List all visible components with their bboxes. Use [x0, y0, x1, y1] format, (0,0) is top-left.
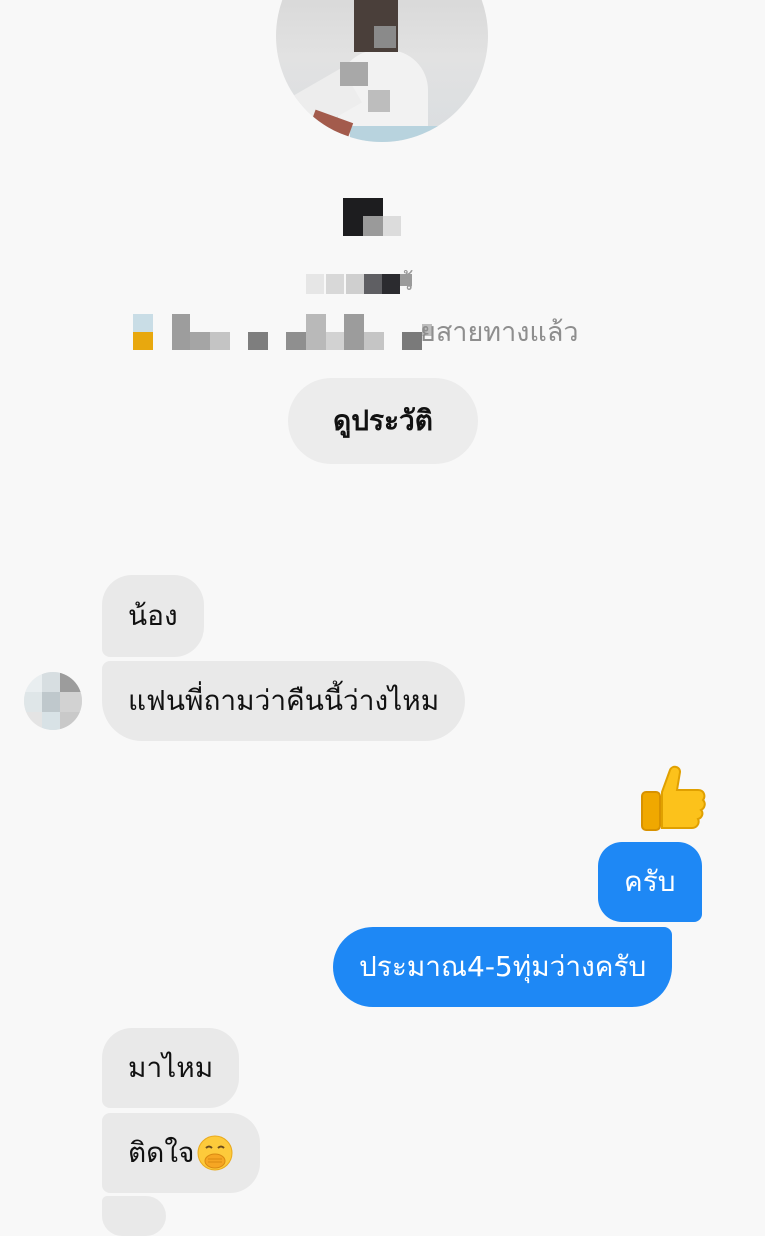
message-bubble-incoming[interactable]: แฟนพี่ถามว่าคืนนี้ว่างไหม — [102, 661, 466, 741]
message-text: มาไหม — [128, 1051, 214, 1084]
message-bubble-incoming[interactable]: น้อง — [102, 575, 204, 657]
message-text: น้อง — [128, 599, 178, 632]
message-bubble-incoming[interactable]: มาไหม — [102, 1028, 240, 1108]
profile-status: ยสายทางแล้ว — [420, 317, 579, 348]
message-bubble-outgoing[interactable]: ประมาณ4-5ทุ่มว่างครับ — [333, 927, 673, 1007]
profile-photo[interactable] — [276, 0, 488, 142]
message-text: ประมาณ4-5ทุ่มว่างครับ — [359, 950, 647, 983]
view-history-button[interactable]: ดูประวัติ — [288, 378, 478, 464]
profile-subtitle: ว้ — [400, 268, 415, 296]
sender-avatar[interactable] — [24, 672, 82, 730]
message-text: ติดใจ — [128, 1136, 195, 1169]
face-with-hand-over-mouth-icon — [197, 1135, 233, 1171]
message-text: ครับ — [624, 865, 676, 898]
message-bubble-incoming-partial[interactable] — [102, 1196, 166, 1236]
message-bubble-incoming[interactable]: ติดใจ — [102, 1113, 261, 1193]
message-bubble-outgoing[interactable]: ครับ — [598, 842, 702, 922]
message-text: แฟนพี่ถามว่าคืนนี้ว่างไหม — [128, 684, 440, 717]
thumbs-up-icon[interactable] — [632, 762, 708, 838]
